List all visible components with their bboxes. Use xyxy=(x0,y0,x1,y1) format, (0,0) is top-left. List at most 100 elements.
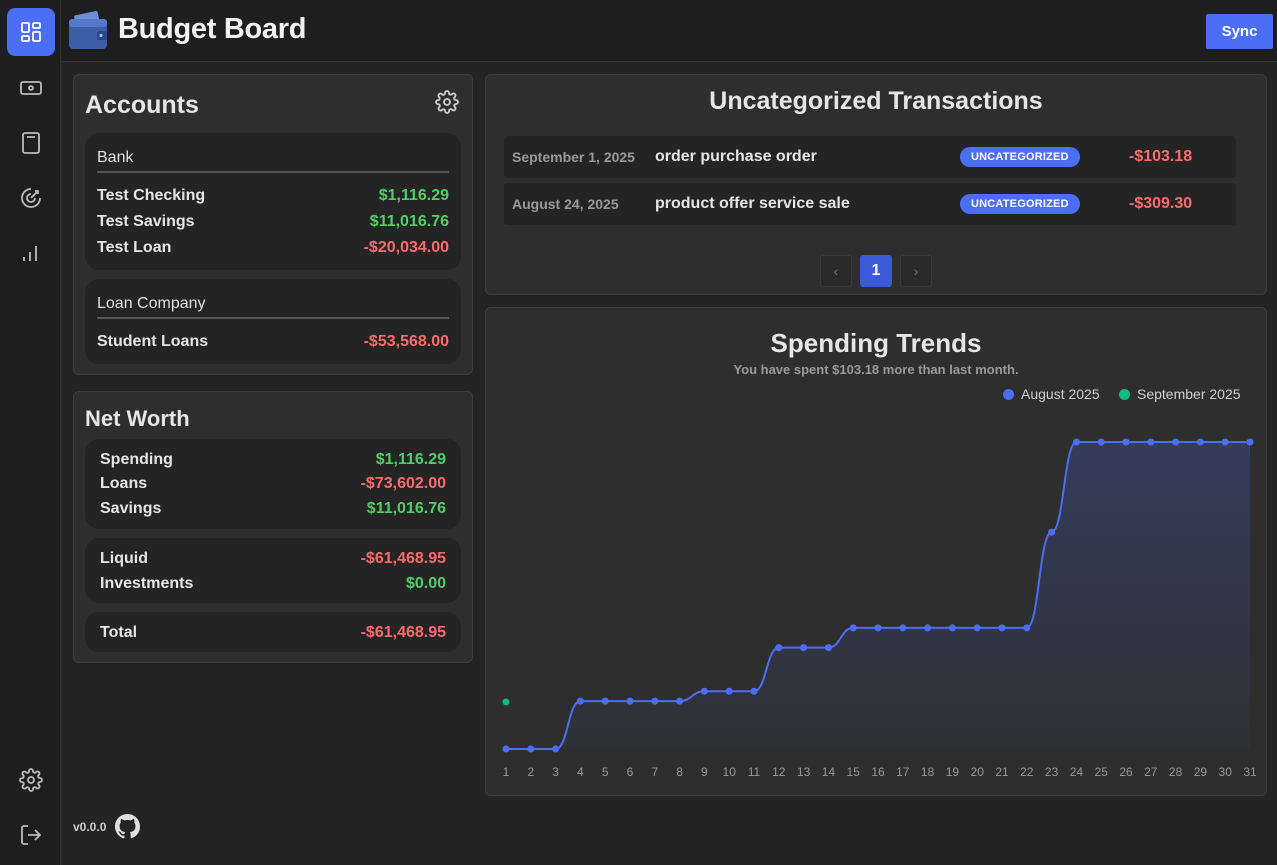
net-worth-label: Total xyxy=(100,624,138,641)
account-balance: $11,016.76 xyxy=(369,213,449,230)
series-area-august xyxy=(506,442,1250,749)
wallet-logo-icon xyxy=(69,11,107,49)
net-worth-value: -$61,468.95 xyxy=(360,550,446,567)
data-point-august[interactable] xyxy=(924,624,932,632)
data-point-august[interactable] xyxy=(775,644,783,652)
account-row[interactable]: Test Savings $11,016.76 xyxy=(97,213,449,231)
net-worth-value: $0.00 xyxy=(405,575,446,592)
x-tick-label: 25 xyxy=(1095,765,1109,779)
data-point-august[interactable] xyxy=(800,644,808,652)
data-point-august[interactable] xyxy=(700,687,708,695)
accounts-title: Accounts xyxy=(85,91,199,119)
account-row[interactable]: Test Loan -$20,034.00 xyxy=(97,239,449,257)
x-tick-label: 20 xyxy=(971,765,985,779)
app-header: Budget Board Sync xyxy=(61,0,1277,62)
net-worth-total-group: Total -$61,468.95 xyxy=(85,612,461,652)
data-point-august[interactable] xyxy=(725,687,733,695)
account-name: Test Savings xyxy=(97,213,195,230)
x-tick-label: 14 xyxy=(822,765,836,779)
data-point-august[interactable] xyxy=(824,644,832,652)
transaction-description: product offer service sale xyxy=(655,195,850,212)
net-worth-label: Liquid xyxy=(100,550,148,567)
data-point-august[interactable] xyxy=(576,697,584,705)
x-tick-label: 15 xyxy=(847,765,861,779)
sync-button[interactable]: Sync xyxy=(1206,14,1273,49)
net-worth-group: Liquid -$61,468.95 Investments $0.00 xyxy=(85,538,461,603)
data-point-august[interactable] xyxy=(1072,438,1080,446)
x-tick-label: 27 xyxy=(1144,765,1158,779)
net-worth-label: Investments xyxy=(100,575,194,592)
accounts-card: Accounts Bank Test Checking $1,116.29 Te… xyxy=(73,74,473,375)
nav-settings-button[interactable] xyxy=(7,756,55,804)
net-worth-row: Spending $1,116.29 xyxy=(100,451,446,469)
data-point-august[interactable] xyxy=(502,745,510,753)
x-tick-label: 26 xyxy=(1119,765,1133,779)
data-point-august[interactable] xyxy=(1221,438,1229,446)
logout-button[interactable] xyxy=(7,811,55,859)
net-worth-value: -$73,602.00 xyxy=(360,475,446,492)
pagination-page-button[interactable]: 1 xyxy=(860,255,892,287)
data-point-august[interactable] xyxy=(874,624,882,632)
transaction-row[interactable]: August 24, 2025 product offer service sa… xyxy=(504,183,1236,225)
data-point-august[interactable] xyxy=(948,624,956,632)
data-point-august[interactable] xyxy=(1246,438,1254,446)
account-row[interactable]: Test Checking $1,116.29 xyxy=(97,187,449,205)
data-point-august[interactable] xyxy=(1097,438,1105,446)
account-row[interactable]: Student Loans -$53,568.00 xyxy=(97,333,449,351)
data-point-august[interactable] xyxy=(973,624,981,632)
data-point-august[interactable] xyxy=(651,697,659,705)
pagination-next-button[interactable]: › xyxy=(900,255,932,287)
transaction-amount: -$103.18 xyxy=(1129,148,1193,165)
chevron-left-icon: ‹ xyxy=(833,263,839,279)
x-tick-label: 19 xyxy=(946,765,960,779)
x-tick-label: 31 xyxy=(1243,765,1257,779)
data-point-august[interactable] xyxy=(626,697,634,705)
x-tick-label: 12 xyxy=(772,765,786,779)
nav-goals-button[interactable] xyxy=(7,174,55,222)
data-point-august[interactable] xyxy=(849,624,857,632)
data-point-august[interactable] xyxy=(750,687,758,695)
x-tick-label: 1 xyxy=(503,765,510,779)
data-point-august[interactable] xyxy=(1147,438,1155,446)
data-point-august[interactable] xyxy=(1023,624,1031,632)
data-point-august[interactable] xyxy=(899,624,907,632)
pagination-prev-button[interactable]: ‹ xyxy=(820,255,852,287)
x-tick-label: 11 xyxy=(748,765,761,779)
nav-transactions-button[interactable] xyxy=(7,64,55,112)
net-worth-row: Liquid -$61,468.95 xyxy=(100,550,446,568)
transaction-row[interactable]: September 1, 2025 order purchase order U… xyxy=(504,136,1236,178)
data-point-august[interactable] xyxy=(998,624,1006,632)
dashboard-icon xyxy=(21,22,41,42)
x-tick-label: 4 xyxy=(577,765,584,779)
x-tick-label: 30 xyxy=(1219,765,1233,779)
net-worth-row: Investments $0.00 xyxy=(100,575,446,593)
data-point-september[interactable] xyxy=(502,698,510,706)
github-icon[interactable] xyxy=(115,814,140,839)
nav-trends-button[interactable] xyxy=(7,229,55,277)
x-tick-label: 22 xyxy=(1020,765,1034,779)
data-point-august[interactable] xyxy=(1048,528,1056,536)
x-tick-label: 29 xyxy=(1194,765,1208,779)
data-point-august[interactable] xyxy=(552,745,560,753)
account-name: Student Loans xyxy=(97,333,209,350)
accounts-settings-icon[interactable] xyxy=(435,90,459,114)
x-tick-label: 23 xyxy=(1045,765,1059,779)
data-point-august[interactable] xyxy=(527,745,535,753)
data-point-august[interactable] xyxy=(601,697,609,705)
nav-budgets-button[interactable] xyxy=(7,119,55,167)
cash-icon xyxy=(20,81,42,95)
data-point-august[interactable] xyxy=(676,697,684,705)
x-tick-label: 28 xyxy=(1169,765,1183,779)
nav-dashboard-button[interactable] xyxy=(7,8,55,56)
data-point-august[interactable] xyxy=(1196,438,1204,446)
x-tick-label: 13 xyxy=(797,765,811,779)
x-tick-label: 3 xyxy=(552,765,559,779)
data-point-august[interactable] xyxy=(1122,438,1130,446)
chevron-right-icon: › xyxy=(913,263,919,279)
net-worth-title: Net Worth xyxy=(85,406,190,431)
data-point-august[interactable] xyxy=(1172,438,1180,446)
uncategorized-transactions-card: Uncategorized Transactions September 1, … xyxy=(485,74,1267,295)
x-tick-label: 24 xyxy=(1070,765,1084,779)
account-balance: $1,116.29 xyxy=(378,187,449,204)
calculator-icon xyxy=(22,132,40,154)
